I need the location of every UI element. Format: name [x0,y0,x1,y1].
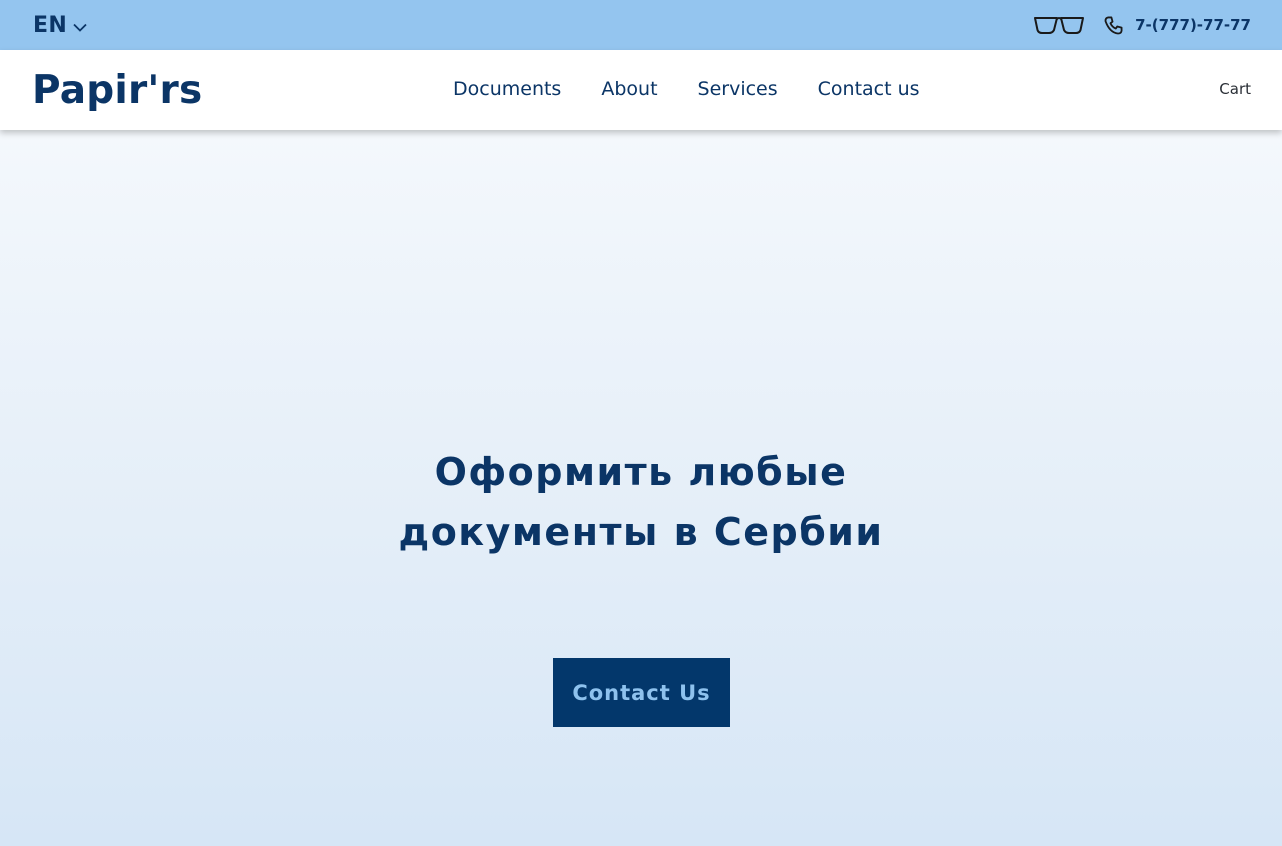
nav-item-services[interactable]: Services [698,78,778,102]
hero-section: Оформить любые документы в Сербии Contac… [0,130,1282,846]
hero-title: Оформить любые документы в Сербии [341,442,941,562]
top-bar: EN 7-(777)-77-77 [0,0,1282,50]
language-code: EN [33,12,68,38]
chevron-down-icon [73,23,87,32]
phone-number: 7-(777)-77-77 [1135,16,1251,34]
contact-us-button[interactable]: Contact Us [553,658,730,727]
main-nav: Documents About Services Contact us [453,78,920,102]
topbar-actions: 7-(777)-77-77 [1034,12,1251,38]
phone-link[interactable]: 7-(777)-77-77 [1104,16,1251,35]
main-navbar: Papir'rs Documents About Services Contac… [0,50,1282,130]
nav-item-documents[interactable]: Documents [453,78,561,102]
nav-item-about[interactable]: About [601,78,657,102]
phone-icon [1104,16,1123,34]
hero-title-line-2: документы в Сербии [398,510,884,554]
language-selector[interactable]: EN [33,11,87,39]
glasses-icon[interactable] [1034,15,1085,35]
cart-link[interactable]: Cart [1219,80,1251,98]
nav-item-contact[interactable]: Contact us [818,78,920,102]
site-logo[interactable]: Papir'rs [32,68,202,113]
hero-title-line-1: Оформить любые [434,450,848,494]
